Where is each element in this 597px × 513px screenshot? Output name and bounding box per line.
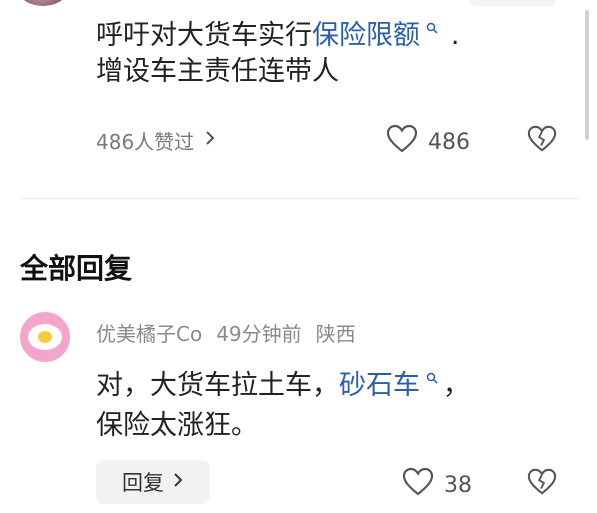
- avatar-yolk: [38, 331, 52, 343]
- comment-username[interactable]: 优美橘子Co: [96, 318, 202, 347]
- broken-heart-icon: [527, 468, 557, 501]
- avatar-image: [28, 324, 62, 350]
- keyword-link-text[interactable]: 砂石车: [339, 370, 420, 401]
- search-icon: [422, 22, 443, 38]
- liked-by-link[interactable]: 486人赞过: [96, 126, 216, 155]
- heart-outline-icon: [402, 467, 434, 503]
- post-like-count: 486: [428, 129, 470, 155]
- search-icon: [422, 372, 443, 388]
- keyword-link-text[interactable]: 保险限额: [312, 20, 420, 51]
- comment-location: 陕西: [315, 322, 356, 346]
- post-text-suffix: .: [450, 20, 460, 51]
- post-text-line-1: 呼吁对大货车实行保险限额 .: [96, 10, 460, 56]
- divider: [20, 198, 580, 199]
- liked-by-text: 486人赞过: [96, 130, 195, 154]
- comment-time: 49分钟前: [216, 322, 302, 346]
- heart-outline-icon: [386, 124, 418, 160]
- comment-dislike-button[interactable]: [527, 467, 557, 501]
- post-dislike-button[interactable]: [527, 124, 557, 158]
- scrollbar[interactable]: [585, 10, 589, 140]
- chevron-right-icon: [204, 128, 216, 153]
- comment-like-button[interactable]: 38: [402, 467, 472, 503]
- broken-heart-icon: [527, 125, 557, 158]
- comment-meta: 优美橘子Co 49分钟前 陕西: [96, 318, 356, 347]
- post-text-prefix: 呼吁对大货车实行: [96, 20, 312, 51]
- comment-text-suffix: ，: [442, 370, 470, 401]
- keyword-link-gravel-truck[interactable]: 砂石车: [339, 370, 443, 401]
- avatar[interactable]: [20, 312, 70, 362]
- reply-button[interactable]: 回复: [96, 460, 210, 504]
- section-title: 全部回复: [20, 252, 133, 285]
- keyword-link-insurance-limit[interactable]: 保险限额: [312, 20, 443, 51]
- chevron-right-icon: [172, 470, 184, 494]
- comment-like-count: 38: [444, 472, 472, 498]
- reply-button-label: 回复: [122, 471, 164, 495]
- comment-text-line-1: 对，大货车拉土车，砂石车 ，: [96, 360, 470, 406]
- comment-text-prefix: 对，大货车拉土车，: [96, 370, 339, 401]
- top-action-button[interactable]: [470, 0, 556, 6]
- post-like-button[interactable]: 486: [386, 124, 470, 160]
- comment-text-line-2: 保险太涨狂。: [96, 410, 258, 441]
- post-text-line-2: 增设车主责任连带人: [96, 56, 339, 87]
- previous-avatar[interactable]: [20, 0, 66, 6]
